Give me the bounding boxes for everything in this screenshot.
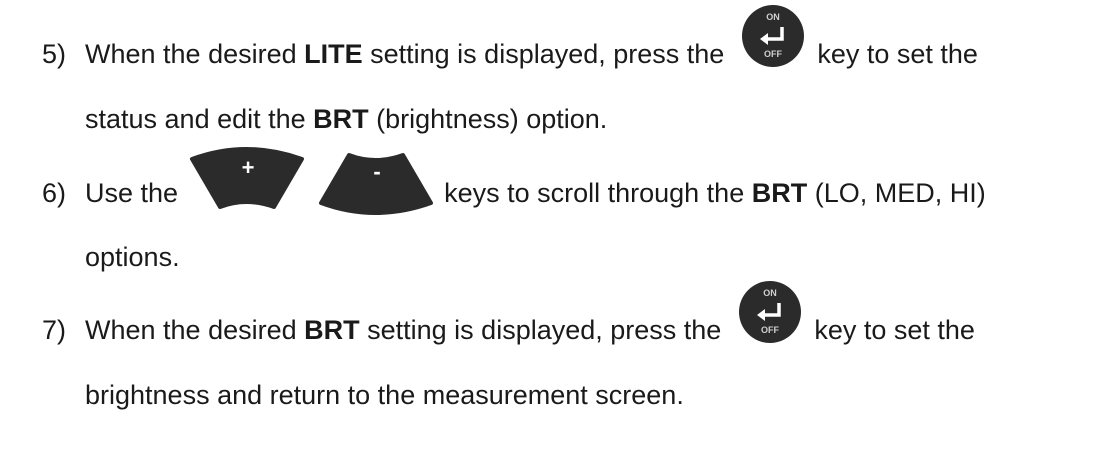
step-number: 7) xyxy=(42,315,67,345)
step-text: key to set the xyxy=(806,315,975,345)
step-text: When the desired xyxy=(85,315,305,345)
key-off-label: OFF xyxy=(764,49,782,59)
step-text: keys to scroll through the xyxy=(436,178,752,208)
step-text: key to set the xyxy=(809,39,978,69)
minus-key-icon: - xyxy=(315,145,437,217)
enter-key-icon: ON OFF xyxy=(740,1,806,71)
key-on-label: ON xyxy=(766,12,780,22)
step-text: When the desired xyxy=(85,39,305,69)
minus-label: - xyxy=(373,159,380,184)
step-number: 6) xyxy=(42,178,67,208)
setting-name-lite: LITE xyxy=(304,39,363,69)
key-off-label: OFF xyxy=(761,325,779,335)
step-text: brightness and return to the measurement… xyxy=(85,380,684,410)
step-text: (brightness) option. xyxy=(368,104,608,134)
setting-name-brt: BRT xyxy=(751,178,808,208)
enter-key-icon: ON OFF xyxy=(737,277,803,347)
plus-label: + xyxy=(241,155,254,180)
setting-name-brt: BRT xyxy=(304,315,360,345)
step-text: status and edit the xyxy=(85,104,314,134)
setting-name-brt: BRT xyxy=(313,104,369,134)
step-number: 5) xyxy=(42,39,67,69)
key-on-label: ON xyxy=(763,288,777,298)
step-text: setting is displayed, press the xyxy=(362,39,732,69)
step-text: Use the xyxy=(85,178,186,208)
plus-key-icon: + xyxy=(186,145,308,217)
step-text: (LO, MED, HI) xyxy=(807,178,986,208)
step-text: options. xyxy=(85,242,180,272)
step-text: setting is displayed, press the xyxy=(359,315,729,345)
